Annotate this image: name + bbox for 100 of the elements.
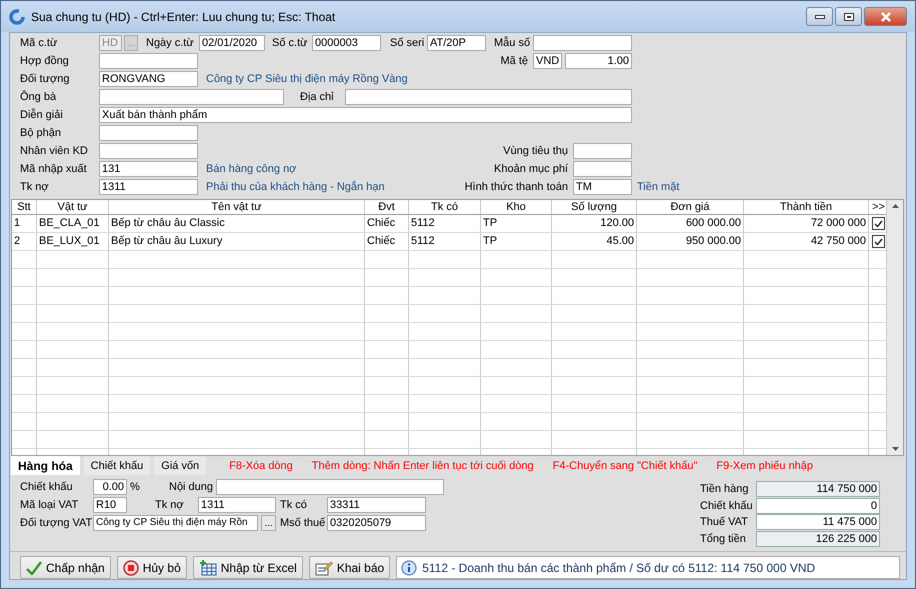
window-title: Sua chung tu (HD) - Ctrl+Enter: Luu chung tu; Esc: Thoat xyxy=(31,10,336,24)
column-header[interactable]: Thành tiền xyxy=(744,200,869,215)
table-cell: 72 000 000 xyxy=(744,215,869,232)
input-field[interactable] xyxy=(99,125,198,141)
action-button[interactable]: Khai báo xyxy=(308,556,390,579)
action-button[interactable]: Nhập từ Excel xyxy=(192,556,303,579)
table-cell: 2 xyxy=(12,233,37,250)
action-button[interactable]: Hủy bỏ xyxy=(116,556,187,579)
column-header[interactable]: Kho xyxy=(481,200,552,215)
table-cell: Bếp từ châu âu Classic xyxy=(109,215,365,232)
total-label: Tiền hàng xyxy=(700,483,750,496)
table-cell: 45.00 xyxy=(552,233,637,250)
minimize-button[interactable] xyxy=(806,7,833,26)
table-cell: 1 xyxy=(12,215,37,232)
scrollbar[interactable] xyxy=(886,200,903,455)
shortcut-hint: F4-Chuyển sang "Chiết khấu" xyxy=(552,460,698,472)
column-header[interactable]: Số lượng xyxy=(552,200,637,215)
total-label: Chiết khấu xyxy=(700,500,754,512)
table-cell: 5112 xyxy=(409,215,481,232)
field-label: Địa chỉ xyxy=(300,91,335,103)
field-label: Bộ phận xyxy=(20,127,62,139)
input-field[interactable] xyxy=(573,161,632,177)
row-checkbox[interactable] xyxy=(872,217,885,230)
close-icon xyxy=(880,12,892,22)
table-cell: TP xyxy=(481,215,552,232)
field-label: Khoản mục phí xyxy=(493,163,569,175)
column-header[interactable]: Tên vật tư xyxy=(109,200,365,215)
input-field[interactable]: 1.00 xyxy=(565,53,632,69)
check-icon xyxy=(26,560,42,574)
table-cell: 5112 xyxy=(409,233,481,250)
field-label: Tk có xyxy=(280,499,308,511)
app-logo-icon xyxy=(9,8,25,24)
maximize-icon xyxy=(844,12,854,20)
form-edit-icon xyxy=(314,560,333,576)
table-cell: Bếp từ châu âu Luxury xyxy=(109,233,365,250)
column-header[interactable]: Đvt xyxy=(365,200,409,215)
column-header[interactable]: Tk có xyxy=(409,200,481,215)
table-cell: 600 000.00 xyxy=(637,215,744,232)
input-field[interactable] xyxy=(99,89,284,105)
input-field[interactable]: R10 xyxy=(93,497,127,513)
column-header[interactable]: Đơn giá xyxy=(637,200,744,215)
input-field[interactable]: RONGVANG xyxy=(99,71,198,87)
input-field[interactable]: 0.00 xyxy=(93,479,127,495)
field-label: Diễn giải xyxy=(20,109,64,121)
browse-button[interactable]: ... xyxy=(261,515,276,531)
field-label: Hợp đồng xyxy=(20,55,70,67)
field-label: Số seri xyxy=(390,37,426,49)
table-cell: Chiếc xyxy=(365,215,409,232)
input-field[interactable]: 0320205079 xyxy=(327,515,426,531)
action-button[interactable]: Chấp nhận xyxy=(20,556,111,579)
table-cell: 950 000.00 xyxy=(637,233,744,250)
input-field[interactable]: AT/20P xyxy=(427,35,486,51)
minimize-icon xyxy=(814,14,824,18)
input-field[interactable]: 1311 xyxy=(198,497,276,513)
tab[interactable]: Hàng hóa xyxy=(11,456,80,475)
total-field: 126 225 000 xyxy=(756,530,880,547)
maximize-button[interactable] xyxy=(835,7,862,26)
input-field[interactable]: Công ty CP Siêu thị điện máy Rồn xyxy=(93,515,258,531)
table-cell: TP xyxy=(481,233,552,250)
input-field[interactable] xyxy=(216,479,444,495)
input-field[interactable]: TM xyxy=(573,179,632,195)
field-label: Nội dung xyxy=(169,481,214,493)
field-label: Tk nợ xyxy=(155,499,185,511)
shortcut-hint: F9-Xem phiếu nhập xyxy=(716,460,814,472)
column-header[interactable]: Stt xyxy=(12,200,37,215)
field-label: Số c.từ xyxy=(272,37,308,49)
total-field: 114 750 000 xyxy=(756,481,880,498)
input-field[interactable]: 02/01/2020 xyxy=(199,35,265,51)
row-checkbox[interactable] xyxy=(872,235,885,248)
input-field[interactable]: 33311 xyxy=(327,497,426,513)
input-field[interactable]: 131 xyxy=(99,161,198,177)
info-icon xyxy=(401,560,418,576)
field-label: Mã loại VAT xyxy=(20,499,80,511)
input-field[interactable] xyxy=(573,143,632,159)
input-field[interactable] xyxy=(345,89,632,105)
close-button[interactable] xyxy=(864,7,907,26)
field-label: Chiết khấu xyxy=(20,481,74,493)
input-field[interactable]: Xuất bán thành phẩm xyxy=(99,107,632,123)
input-field[interactable]: 0000003 xyxy=(312,35,381,51)
account-name: Bán hàng công nợ xyxy=(206,163,298,175)
table-cell: BE_CLA_01 xyxy=(37,215,109,232)
tab[interactable]: Chiết khấu xyxy=(84,456,150,475)
input-field[interactable] xyxy=(99,53,198,69)
tab[interactable]: Giá vốn xyxy=(154,456,206,475)
column-header[interactable]: Vật tư xyxy=(37,200,109,215)
input-field[interactable]: VND xyxy=(533,53,562,69)
table-cell: BE_LUX_01 xyxy=(37,233,109,250)
input-field[interactable] xyxy=(533,35,632,51)
field-label: Mẫu số xyxy=(494,37,532,49)
shortcut-hint: F8-Xóa dòng xyxy=(229,460,293,472)
account-name: Công ty CP Siêu thị điện máy Rồng Vàng xyxy=(206,73,408,85)
total-label: Thuế VAT xyxy=(700,516,749,528)
field-label: Mã tệ xyxy=(499,55,529,67)
input-field[interactable]: 1311 xyxy=(99,179,198,195)
input-field[interactable] xyxy=(99,143,198,159)
status-text: 5112 - Doanh thu bán các thành phẩm / Số dư có 5112: 114 750 000 VND xyxy=(422,560,816,574)
field-label: Tk nợ xyxy=(20,181,50,193)
table-cell: 42 750 000 xyxy=(744,233,869,250)
shortcut-hint: Thêm dòng: Nhấn Enter liên tục tới cuối dòng xyxy=(312,460,534,472)
unit-label: % xyxy=(130,481,141,493)
